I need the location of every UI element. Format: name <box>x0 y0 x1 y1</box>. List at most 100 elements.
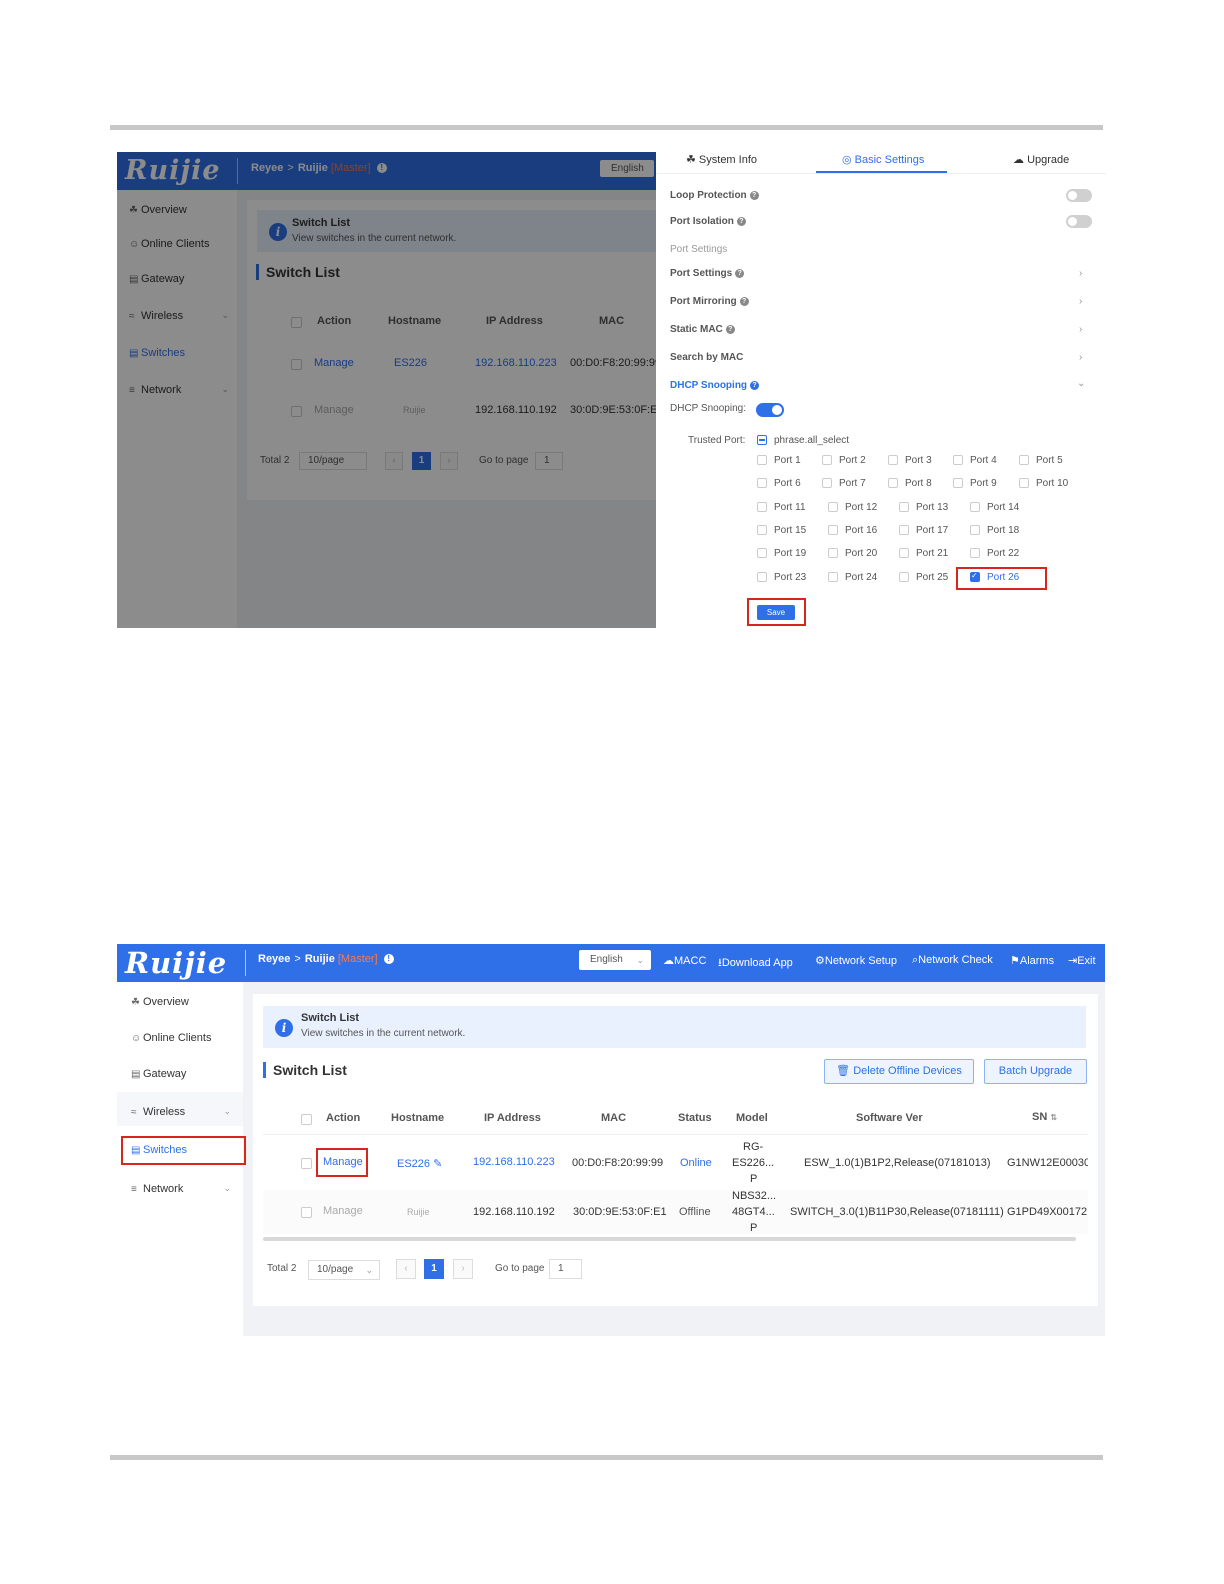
breadcrumb-device[interactable]: Ruijie <box>305 953 335 965</box>
sidebar-item-overview[interactable]: ☘ Overview <box>131 996 189 1008</box>
language-select[interactable]: English ⌄ <box>579 950 651 970</box>
trusted-port-23-checkbox[interactable]: Port 23 <box>757 572 806 583</box>
edit-icon[interactable]: ✎ <box>433 1158 442 1170</box>
trusted-port-21-checkbox[interactable]: Port 21 <box>899 548 948 559</box>
column-header-sn[interactable]: SN ⇅ <box>1032 1111 1057 1123</box>
network-setup-link[interactable]: ⚙Network Setup <box>815 954 897 967</box>
trusted-port-18-checkbox[interactable]: Port 18 <box>970 525 1019 536</box>
trusted-port-16-checkbox[interactable]: Port 16 <box>828 525 877 536</box>
trusted-port-11-checkbox[interactable]: Port 11 <box>757 502 806 513</box>
row-checkbox[interactable] <box>301 1158 312 1169</box>
port-label: Port 6 <box>774 478 801 489</box>
help-icon[interactable]: ? <box>725 324 735 334</box>
network-icon: ≡ <box>131 1184 137 1195</box>
trusted-port-22-checkbox[interactable]: Port 22 <box>970 548 1019 559</box>
help-icon[interactable]: ? <box>750 380 760 390</box>
model-line-1: NBS32... <box>732 1190 777 1202</box>
trusted-port-20-checkbox[interactable]: Port 20 <box>828 548 877 559</box>
trusted-port-2-checkbox[interactable]: Port 2 <box>822 455 866 466</box>
page-1-button[interactable]: 1 <box>424 1259 444 1279</box>
select-all-checkbox[interactable]: phrase.all_select <box>757 435 849 446</box>
trusted-port-10-checkbox[interactable]: Port 10 <box>1019 478 1068 489</box>
ip-link[interactable]: 192.168.110.223 <box>473 1156 555 1168</box>
software-value: SWITCH_3.0(1)B11P30,Release(07181111) <box>790 1206 1004 1218</box>
trusted-port-5-checkbox[interactable]: Port 5 <box>1019 455 1063 466</box>
trusted-port-25-checkbox[interactable]: Port 25 <box>899 572 948 583</box>
port-label: Port 16 <box>845 525 878 536</box>
trusted-port-7-checkbox[interactable]: Port 7 <box>822 478 866 489</box>
help-icon[interactable]: ? <box>739 296 749 306</box>
macc-link[interactable]: ☁MACC <box>663 954 706 967</box>
sidebar-label: Wireless <box>143 1106 186 1118</box>
checkbox <box>828 525 838 536</box>
search-by-mac-row[interactable]: Search by MAC <box>670 352 743 363</box>
batch-upgrade-button[interactable]: Batch Upgrade <box>984 1059 1087 1084</box>
port-label: Port 2 <box>839 455 866 466</box>
switch-list-card: i Switch List View switches in the curre… <box>253 994 1098 1306</box>
goto-input[interactable]: 1 <box>549 1259 582 1279</box>
dhcp-snooping-toggle[interactable] <box>756 403 784 417</box>
prev-page-button[interactable]: ‹ <box>396 1259 416 1279</box>
port-label: Port 10 <box>1036 478 1069 489</box>
column-header-action: Action <box>326 1112 361 1124</box>
help-icon[interactable]: ? <box>736 216 746 226</box>
port-isolation-toggle[interactable] <box>1066 215 1092 228</box>
select-all-checkbox[interactable] <box>301 1114 312 1125</box>
label-text: Loop Protection <box>670 190 747 201</box>
trusted-port-4-checkbox[interactable]: Port 4 <box>953 455 997 466</box>
trusted-port-13-checkbox[interactable]: Port 13 <box>899 502 948 513</box>
header-divider <box>263 1134 1088 1135</box>
port-settings-row[interactable]: Port Settings? <box>670 268 745 279</box>
sidebar-item-online-clients[interactable]: ☺ Online Clients <box>131 1032 211 1044</box>
mac-value: 00:D0:F8:20:99:99 <box>572 1157 664 1169</box>
mac-value: 30:0D:9E:53:0F:E1 <box>573 1206 667 1218</box>
trusted-port-24-checkbox[interactable]: Port 24 <box>828 572 877 583</box>
sidebar-item-gateway[interactable]: ▤ Gateway <box>131 1068 186 1080</box>
loop-protection-toggle[interactable] <box>1066 189 1092 202</box>
port-label: Port 8 <box>905 478 932 489</box>
sidebar-item-network[interactable]: ≡ Network ⌄ <box>131 1183 231 1195</box>
trusted-port-1-checkbox[interactable]: Port 1 <box>757 455 801 466</box>
exit-link[interactable]: ⇥Exit <box>1068 954 1096 967</box>
trusted-port-8-checkbox[interactable]: Port 8 <box>888 478 932 489</box>
page-size-select[interactable]: 10/page ⌄ <box>308 1260 380 1280</box>
trusted-port-19-checkbox[interactable]: Port 19 <box>757 548 806 559</box>
column-header-hostname: Hostname <box>391 1112 445 1124</box>
sidebar-item-wireless[interactable]: ≈ Wireless ⌄ <box>131 1106 231 1118</box>
top-bar: Ruijie Reyee > Ruijie [Master] ! English ⌄ … <box>117 944 1105 982</box>
help-icon[interactable]: ? <box>749 190 759 200</box>
tab-upgrade[interactable]: ☁ Upgrade <box>1013 153 1069 166</box>
dhcp-snooping-section[interactable]: DHCP Snooping? <box>670 380 760 391</box>
next-page-button[interactable]: › <box>453 1259 473 1279</box>
alarms-link[interactable]: ⚑Alarms <box>1010 954 1054 967</box>
wifi-icon: ≈ <box>131 1107 137 1118</box>
trusted-port-6-checkbox[interactable]: Port 6 <box>757 478 801 489</box>
sidebar-label: Overview <box>143 996 189 1008</box>
trusted-port-9-checkbox[interactable]: Port 9 <box>953 478 997 489</box>
goto-label: Go to page <box>495 1263 545 1274</box>
row-checkbox[interactable] <box>301 1207 312 1218</box>
hostname-link[interactable]: ES226 ✎ <box>397 1157 442 1170</box>
tab-basic-settings[interactable]: ◎ Basic Settings <box>842 153 924 166</box>
top-rule <box>110 125 1103 130</box>
checkbox <box>953 455 963 466</box>
port-mirroring-row[interactable]: Port Mirroring? <box>670 296 749 307</box>
info-icon[interactable]: ! <box>383 954 394 965</box>
checkbox <box>757 525 767 536</box>
breadcrumb-root[interactable]: Reyee <box>258 953 290 965</box>
model-line-2: 48GT4... <box>732 1206 775 1218</box>
trusted-port-3-checkbox[interactable]: Port 3 <box>888 455 932 466</box>
trusted-port-12-checkbox[interactable]: Port 12 <box>828 502 877 513</box>
help-icon[interactable]: ? <box>735 268 745 278</box>
trusted-port-17-checkbox[interactable]: Port 17 <box>899 525 948 536</box>
trusted-port-15-checkbox[interactable]: Port 15 <box>757 525 806 536</box>
trusted-port-14-checkbox[interactable]: Port 14 <box>970 502 1019 513</box>
tab-system-info[interactable]: ☘ System Info <box>686 153 757 166</box>
network-check-link[interactable]: ⌕Network Check <box>912 954 993 967</box>
download-app-link[interactable]: ⭳Download App <box>718 954 793 973</box>
delete-offline-devices-button[interactable]: 🗑 Delete Offline Devices <box>824 1059 974 1084</box>
info-banner: i Switch List View switches in the curre… <box>263 1006 1086 1048</box>
horizontal-scrollbar[interactable] <box>263 1237 1076 1241</box>
alarm-icon: ⚑ <box>1010 955 1020 967</box>
static-mac-row[interactable]: Static MAC? <box>670 324 735 335</box>
